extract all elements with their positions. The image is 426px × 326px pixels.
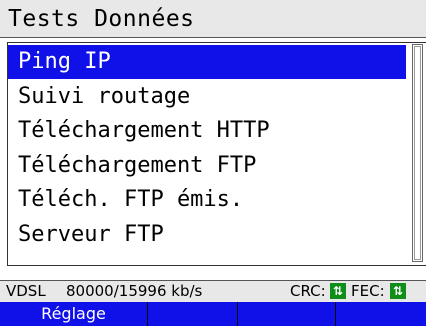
menu-item-telechargement-ftp[interactable]: Téléchargement FTP <box>8 149 406 183</box>
menu-item-serveur-ftp[interactable]: Serveur FTP <box>8 218 406 252</box>
softkey-2[interactable] <box>148 302 238 326</box>
softkey-reglage[interactable]: Réglage <box>0 302 148 326</box>
fec-up-down-icon: ⇅ <box>390 283 406 299</box>
softkey-3[interactable] <box>238 302 336 326</box>
menu-item-telech-ftp-emis[interactable]: Téléch. FTP émis. <box>8 183 406 217</box>
scrollbar[interactable] <box>412 44 423 262</box>
scrollbar-thumb[interactable] <box>414 46 421 260</box>
line-rate: 80000/15996 kb/s <box>66 282 203 300</box>
crc-label: CRC: <box>290 282 326 300</box>
screen-title: Tests Données <box>0 0 426 38</box>
status-bar: VDSL 80000/15996 kb/s CRC: ⇅ FEC: ⇅ <box>0 280 426 302</box>
menu-item-ping-ip[interactable]: Ping IP <box>8 45 406 79</box>
line-mode: VDSL <box>6 282 46 300</box>
softkey-4[interactable] <box>336 302 426 326</box>
menu-item-telechargement-http[interactable]: Téléchargement HTTP <box>8 114 406 148</box>
fec-label: FEC: <box>351 282 385 300</box>
menu-item-suivi-routage[interactable]: Suivi routage <box>8 80 406 114</box>
softkey-bar: Réglage <box>0 302 426 326</box>
crc-up-down-icon: ⇅ <box>330 283 346 299</box>
device-screen: Tests Données Ping IP Suivi routage Télé… <box>0 0 426 326</box>
